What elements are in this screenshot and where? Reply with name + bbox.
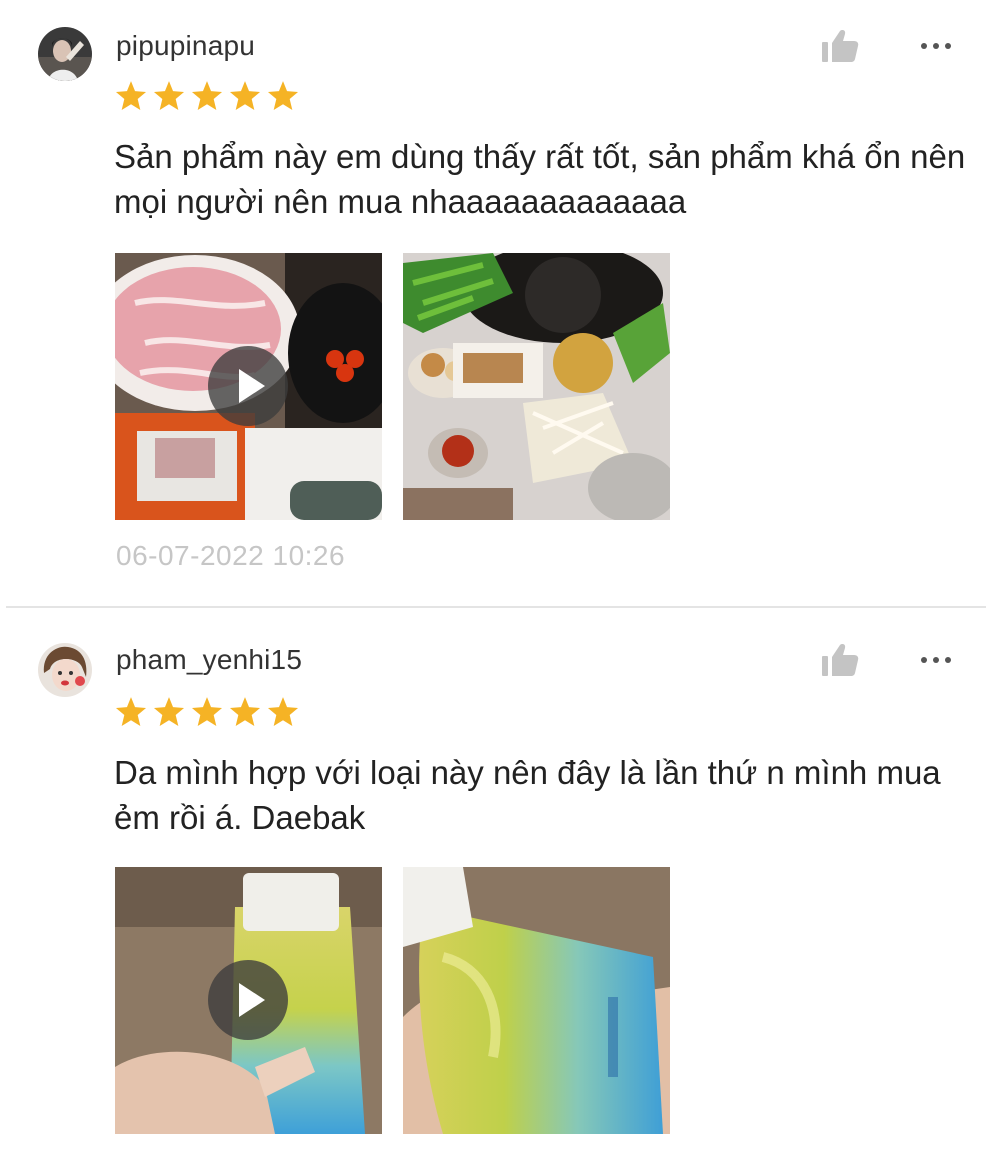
review-media (115, 253, 670, 520)
review-item: pipupinapu Sản phẩm này em dùng thấy rất… (0, 0, 1007, 608)
star-icon (190, 696, 224, 728)
thumbs-up-icon[interactable] (820, 642, 860, 678)
user-avatar[interactable] (38, 27, 92, 81)
reviewer-username: pipupinapu (116, 30, 256, 61)
reviewer-username: pham_yenhi15 (116, 644, 303, 675)
more-dots-icon[interactable] (918, 648, 954, 672)
star-icon (152, 80, 186, 112)
review-video-thumbnail[interactable] (115, 867, 382, 1134)
review-image-thumbnail[interactable] (403, 253, 670, 520)
review-media (115, 867, 670, 1134)
star-rating (114, 696, 300, 730)
star-icon (190, 80, 224, 112)
review-image-thumbnail[interactable] (403, 867, 670, 1134)
more-dots-icon[interactable] (918, 34, 954, 58)
star-icon (152, 696, 186, 728)
thumbs-up-icon[interactable] (820, 28, 860, 64)
star-icon (114, 696, 148, 728)
star-icon (266, 80, 300, 112)
play-icon[interactable] (208, 960, 288, 1040)
review-video-thumbnail[interactable] (115, 253, 382, 520)
review-divider (6, 606, 986, 608)
review-timestamp: 06-07-2022 10:26 (116, 540, 346, 571)
star-icon (228, 696, 262, 728)
review-item: pham_yenhi15 Da mình hợp với loại này nê… (0, 610, 1007, 1152)
user-avatar[interactable] (38, 643, 92, 697)
star-icon (266, 696, 300, 728)
review-comment: Da mình hợp với loại này nên đây là lần … (114, 754, 941, 836)
star-icon (114, 80, 148, 112)
star-icon (228, 80, 262, 112)
play-icon[interactable] (208, 346, 288, 426)
review-comment: Sản phẩm này em dùng thấy rất tốt, sản p… (114, 138, 966, 220)
star-rating (114, 80, 300, 114)
